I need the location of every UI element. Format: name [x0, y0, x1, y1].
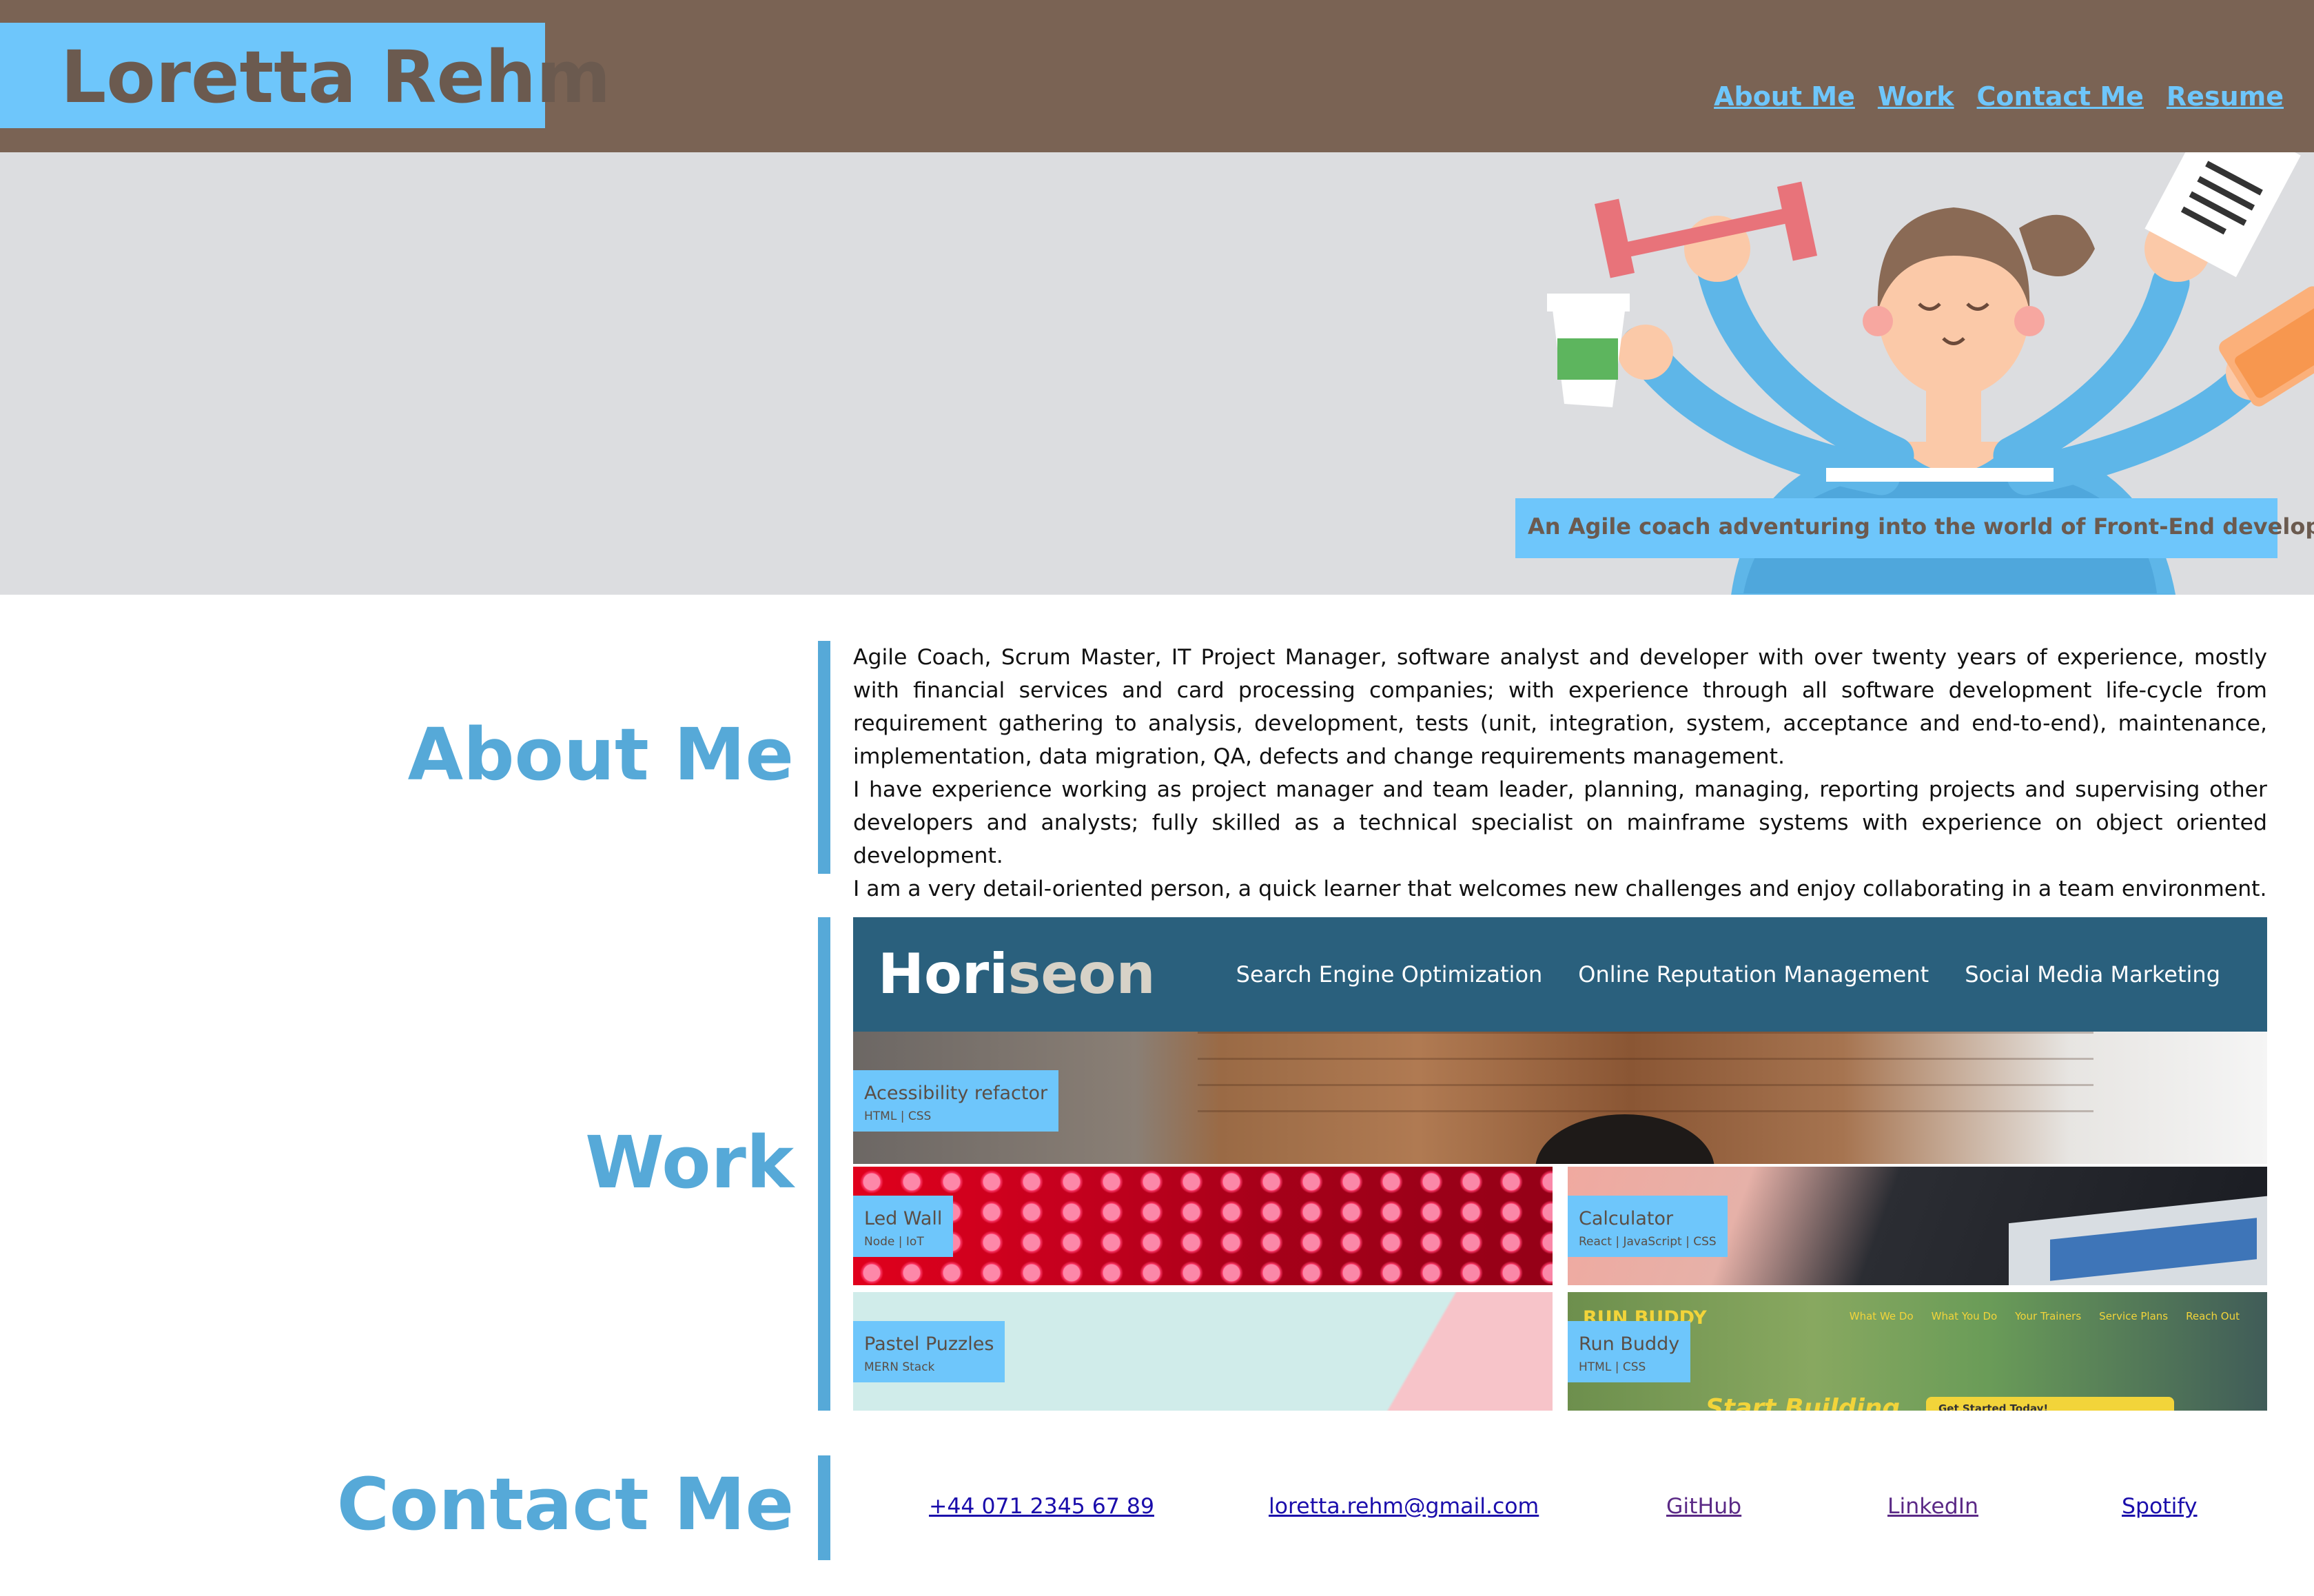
site-header: Loretta Rehm About Me Work Contact Me Re… — [0, 0, 2314, 152]
hero-tagline: An Agile coach adventuring into the worl… — [1515, 498, 2314, 558]
project-stack: React | JavaScript | CSS — [1579, 1235, 1717, 1249]
project-title: Calculator — [1579, 1208, 1674, 1229]
project-card-accessibility-refactor[interactable]: Horiseon Search Engine Optimization Onli… — [853, 917, 2267, 1164]
project-label: Acessibility refactor HTML | CSS — [853, 1070, 1059, 1132]
nav-link-work[interactable]: Work — [1878, 81, 1954, 112]
contact-accent-bar — [818, 1455, 830, 1560]
contact-spotify-link[interactable]: Spotify — [2122, 1494, 2198, 1519]
horiseon-nav-item: Social Media Marketing — [1965, 961, 2220, 988]
project-title: Acessibility refactor — [864, 1083, 1048, 1104]
project-title: Run Buddy — [1579, 1333, 1680, 1355]
contact-phone-link[interactable]: +44 071 2345 67 89 — [929, 1494, 1154, 1519]
project-label: Calculator React | JavaScript | CSS — [1568, 1196, 1728, 1257]
about-accent-bar — [818, 641, 830, 874]
runbuddy-hero-text: Start Building — [1706, 1394, 1901, 1411]
project-card-pastel-puzzles[interactable]: Pastel Puzzles MERN Stack — [853, 1292, 1553, 1411]
project-card-calculator[interactable]: Calculator React | JavaScript | CSS — [1568, 1167, 2267, 1285]
horiseon-screenshot-image — [853, 1032, 2267, 1164]
project-label: Run Buddy HTML | CSS — [1568, 1321, 1691, 1382]
runbuddy-nav: What We Do What You Do Your Trainers Ser… — [1849, 1310, 2240, 1322]
hero-tagline-text: An Agile coach adventuring into the worl… — [1528, 513, 2314, 540]
site-brand: Loretta Rehm — [0, 23, 611, 128]
site-title: Loretta Rehm — [61, 35, 611, 119]
project-stack: HTML | CSS — [1579, 1360, 1646, 1374]
contact-email-link[interactable]: loretta.rehm@gmail.com — [1269, 1494, 1539, 1519]
horiseon-nav-item: Online Reputation Management — [1578, 961, 1929, 988]
about-paragraph: I have experience working as project man… — [853, 777, 2267, 868]
horiseon-logo: Horiseon — [878, 942, 1156, 1006]
nav-link-resume[interactable]: Resume — [2167, 81, 2284, 112]
project-stack: HTML | CSS — [864, 1109, 932, 1123]
about-title: About Me — [407, 713, 794, 797]
project-card-led-wall[interactable]: Led Wall Node | IoT — [853, 1167, 1553, 1285]
project-title: Pastel Puzzles — [864, 1333, 994, 1355]
project-label: Led Wall Node | IoT — [853, 1196, 954, 1257]
project-stack: Node | IoT — [864, 1235, 924, 1249]
runbuddy-cta: Get Started Today! — [1926, 1397, 2174, 1411]
about-paragraph: I am a very detail-oriented person, a qu… — [853, 877, 2267, 901]
nav-link-about[interactable]: About Me — [1714, 81, 1855, 112]
horiseon-nav-item: Search Engine Optimization — [1236, 961, 1543, 988]
nav-link-contact[interactable]: Contact Me — [1977, 81, 2144, 112]
project-card-run-buddy[interactable]: RUN BUDDY What We Do What You Do Your Tr… — [1568, 1292, 2267, 1411]
about-paragraph: Agile Coach, Scrum Master, IT Project Ma… — [853, 645, 2267, 769]
contact-linkedin-link[interactable]: LinkedIn — [1887, 1494, 1978, 1519]
contact-title: Contact Me — [336, 1462, 794, 1546]
horiseon-nav: Search Engine Optimization Online Reputa… — [1236, 961, 2220, 988]
about-text: Agile Coach, Scrum Master, IT Project Ma… — [853, 641, 2267, 906]
work-accent-bar — [818, 917, 830, 1411]
project-title: Led Wall — [864, 1208, 943, 1229]
project-label: Pastel Puzzles MERN Stack — [853, 1321, 1005, 1382]
contact-github-link[interactable]: GitHub — [1666, 1494, 1741, 1519]
work-title: Work — [585, 1121, 794, 1205]
main-nav: About Me Work Contact Me Resume — [1714, 81, 2284, 112]
project-stack: MERN Stack — [864, 1360, 935, 1374]
horiseon-screenshot-header: Horiseon Search Engine Optimization Onli… — [853, 917, 2267, 1032]
hero-banner: An Agile coach adventuring into the worl… — [0, 152, 2314, 595]
